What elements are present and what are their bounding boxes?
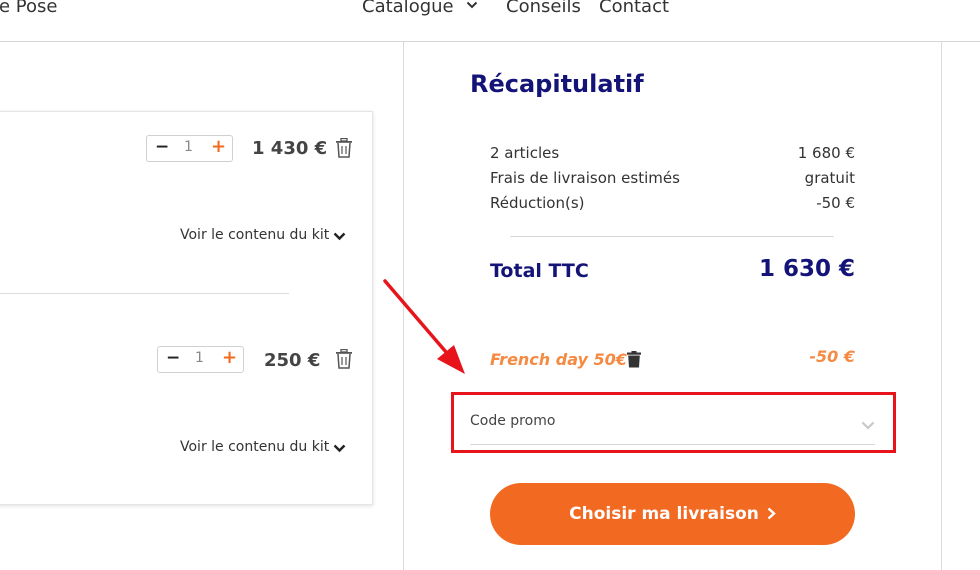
annotation-arrow xyxy=(383,279,465,374)
